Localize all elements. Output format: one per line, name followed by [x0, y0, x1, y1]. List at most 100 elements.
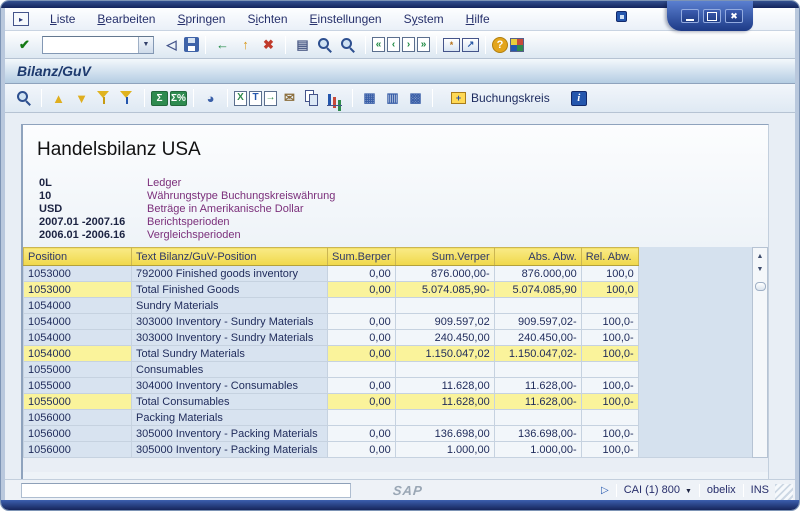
status-system-field[interactable]: CAI (1) 800▼	[624, 484, 692, 496]
select-layout-icon[interactable]: ▥	[382, 88, 403, 108]
column-header[interactable]: Sum.Berper	[328, 248, 396, 266]
word-processing-icon[interactable]: T	[249, 91, 262, 106]
cell-rel_abw	[581, 298, 638, 314]
vertical-scrollbar[interactable]: ▲ ▼	[752, 247, 768, 458]
parameter-label: Beträge in Amerikanische Dollar	[147, 203, 304, 216]
cell-text: 305000 Inventory - Packing Materials	[132, 442, 328, 458]
find-next-icon[interactable]	[338, 35, 359, 55]
standard-toolbar: ✔ ▼ ◁ ←↑✖ ▤ «‹›» *↗?	[5, 31, 795, 59]
copy-icon[interactable]	[302, 88, 323, 108]
report-header: Handelsbilanz USA 0LLedger10Währungstype…	[23, 125, 768, 247]
buchungskreis-button[interactable]: + Buchungskreis	[444, 89, 557, 107]
print-icon[interactable]: ▤	[292, 35, 313, 55]
table-row[interactable]: 1054000Total Sundry Materials0,001.150.0…	[24, 346, 639, 362]
column-header[interactable]: Abs. Abw.	[494, 248, 581, 266]
drilldown-icon[interactable]: ◕	[200, 88, 221, 108]
column-header[interactable]: Rel. Abw.	[581, 248, 638, 266]
table-row[interactable]: 1053000Total Finished Goods0,005.074.085…	[24, 282, 639, 298]
column-header[interactable]: Sum.Verper	[395, 248, 494, 266]
close-button[interactable]	[725, 9, 743, 23]
cancel-icon[interactable]: ✖	[258, 35, 279, 55]
table-row[interactable]: 1056000Packing Materials	[24, 410, 639, 426]
enter-icon[interactable]: ✔	[14, 35, 35, 55]
next-page-icon[interactable]: ›	[402, 37, 415, 52]
save-icon[interactable]	[184, 37, 199, 52]
exit-icon[interactable]: ↑	[235, 35, 256, 55]
cell-sum_verper	[395, 410, 494, 426]
previous-page-icon[interactable]: ‹	[387, 37, 400, 52]
set-filter-icon[interactable]	[94, 88, 115, 108]
scroll-up-icon[interactable]: ▲	[754, 250, 766, 263]
choose-detail-icon[interactable]	[14, 88, 35, 108]
command-field[interactable]: ▼	[42, 36, 154, 54]
cell-rel_abw	[581, 362, 638, 378]
list-filler	[639, 247, 752, 458]
alv-grid-icon[interactable]: ▦	[359, 88, 380, 108]
spreadsheet-icon[interactable]: X	[234, 91, 247, 106]
table-row[interactable]: 1055000Consumables	[24, 362, 639, 378]
create-shortcut-icon[interactable]: ↗	[462, 38, 479, 52]
customize-layout-icon[interactable]	[510, 38, 524, 52]
status-message-field[interactable]	[21, 483, 351, 498]
chevron-down-icon[interactable]: ▼	[685, 488, 692, 495]
resize-grip[interactable]	[775, 484, 793, 500]
cell-rel_abw: 100,0	[581, 282, 638, 298]
back-icon[interactable]: ←	[212, 35, 233, 55]
info-icon[interactable]: i	[571, 91, 587, 106]
sap-logo: SAP	[392, 483, 423, 498]
delete-filter-icon[interactable]	[117, 88, 138, 108]
cell-text: 303000 Inventory - Sundry Materials	[132, 330, 328, 346]
table-row[interactable]: 1054000Sundry Materials	[24, 298, 639, 314]
table-row[interactable]: 1056000305000 Inventory - Packing Materi…	[24, 442, 639, 458]
column-header[interactable]: Position	[24, 248, 132, 266]
menu-item-springen[interactable]: Springen	[166, 12, 236, 26]
menu-item-system[interactable]: System	[393, 12, 455, 26]
cell-text: Consumables	[132, 362, 328, 378]
status-expand-icon[interactable]: ▷	[601, 485, 609, 496]
last-page-icon[interactable]: »	[417, 37, 430, 52]
table-row[interactable]: 1055000304000 Inventory - Consumables0,0…	[24, 378, 639, 394]
cell-text: Total Sundry Materials	[132, 346, 328, 362]
find-icon[interactable]	[315, 35, 336, 55]
first-page-icon[interactable]: «	[372, 37, 385, 52]
cell-sum_verper: 5.074.085,90-	[395, 282, 494, 298]
table-row[interactable]: 1056000305000 Inventory - Packing Materi…	[24, 426, 639, 442]
sort-ascending-icon[interactable]: ▲	[48, 88, 69, 108]
scroll-down-icon[interactable]: ▼	[754, 263, 766, 276]
command-dropdown-icon[interactable]: ▼	[138, 37, 153, 53]
new-session-icon[interactable]: *	[443, 38, 460, 52]
local-file-icon[interactable]: →	[264, 91, 277, 106]
menu-item-liste[interactable]: Liste	[39, 12, 86, 26]
table-row[interactable]: 1054000303000 Inventory - Sundry Materia…	[24, 314, 639, 330]
gui-status-icon[interactable]	[616, 11, 627, 22]
sort-descending-icon[interactable]: ▼	[71, 88, 92, 108]
menu-item-hilfe[interactable]: Hilfe	[455, 12, 501, 26]
table-row[interactable]: 1055000Total Consumables0,0011.628,0011.…	[24, 394, 639, 410]
menu-item-sichten[interactable]: Sichten	[236, 12, 298, 26]
menu-item-einstellungen[interactable]: Einstellungen	[299, 12, 393, 26]
column-header[interactable]: Text Bilanz/GuV-Position	[132, 248, 328, 266]
menu-item-bearbeiten[interactable]: Bearbeiten	[86, 12, 166, 26]
subtotal-icon[interactable]: Σ%	[170, 91, 187, 106]
maximize-button[interactable]	[703, 9, 721, 23]
help-icon[interactable]: ?	[492, 37, 508, 53]
cell-abs_abw: 5.074.085,90	[494, 282, 581, 298]
table-row[interactable]: 1054000303000 Inventory - Sundry Materia…	[24, 330, 639, 346]
parameter-code: 10	[39, 190, 147, 203]
scrollbar-thumb[interactable]	[755, 282, 766, 291]
cell-abs_abw: 11.628,00-	[494, 394, 581, 410]
table-row[interactable]: 1053000792000 Finished goods inventory0,…	[24, 266, 639, 282]
toolbar-separator	[205, 36, 206, 54]
graphics-icon[interactable]	[325, 88, 346, 108]
mail-recipient-icon[interactable]: ✉	[279, 88, 300, 108]
minimize-button[interactable]	[681, 9, 699, 23]
report-parameter: 2007.01 -2007.16Berichtsperioden	[39, 216, 754, 229]
cell-rel_abw: 100,0-	[581, 330, 638, 346]
system-menu-icon[interactable]: ▸	[13, 12, 29, 26]
parameter-label: Ledger	[147, 177, 181, 190]
cell-rel_abw: 100,0-	[581, 378, 638, 394]
collapse-command-field-icon[interactable]: ◁	[161, 35, 182, 55]
command-input[interactable]	[43, 37, 138, 53]
save-layout-icon[interactable]: ▩	[405, 88, 426, 108]
sum-icon[interactable]: Σ	[151, 91, 168, 106]
